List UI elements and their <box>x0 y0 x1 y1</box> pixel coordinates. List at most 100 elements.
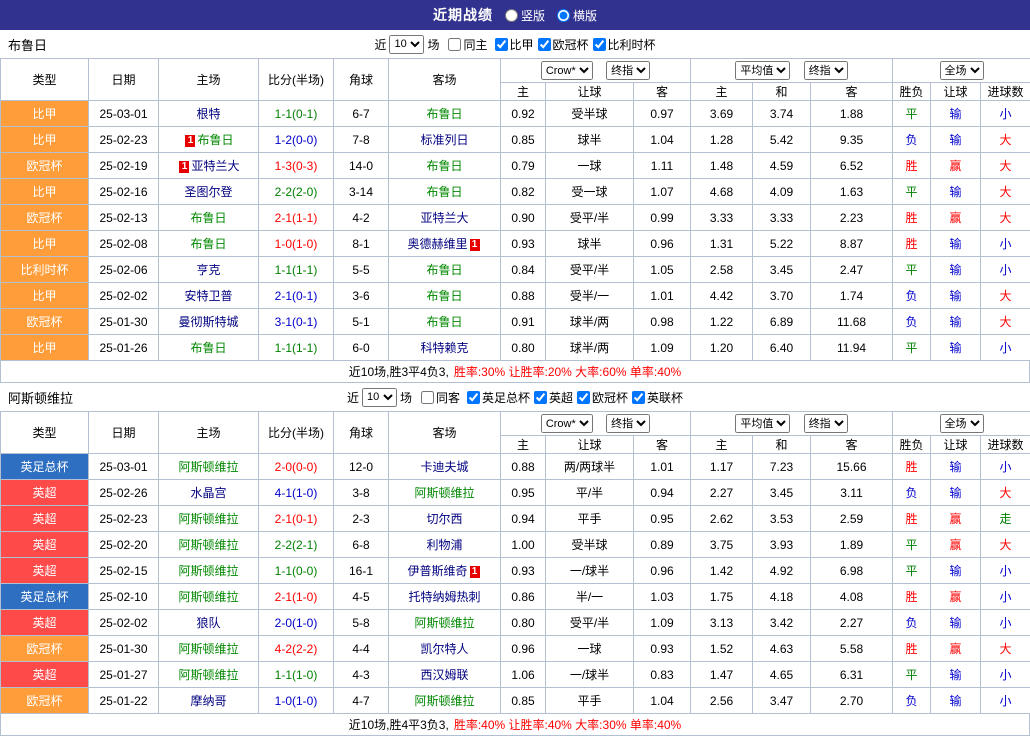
focus-team-name: 布鲁日 <box>190 341 226 355</box>
same-venue-option[interactable]: 同主 <box>448 36 487 53</box>
euro-draw-odds: 4.92 <box>753 558 811 584</box>
recent-count-select[interactable]: 10 <box>389 35 424 54</box>
result-cell: 平 <box>893 558 931 584</box>
same-venue-option[interactable]: 同客 <box>421 389 460 406</box>
score-cell: 2-0(1-0) <box>259 610 334 636</box>
home-team-cell: 布鲁日 <box>159 205 259 231</box>
match-date: 25-02-08 <box>89 231 159 257</box>
league-checkbox[interactable] <box>593 38 606 51</box>
asia-final-odds-select[interactable]: 终指 <box>606 414 650 433</box>
goals-result-cell: 大 <box>981 636 1030 662</box>
match-row: 欧冠杯 25-02-13 布鲁日 2-1(1-1) 4-2 亚特兰大 0.90 … <box>1 205 1030 231</box>
euro-home-odds: 2.58 <box>691 257 753 283</box>
focus-team-name: 布鲁日 <box>426 107 462 121</box>
euro-home-odds: 1.42 <box>691 558 753 584</box>
euro-away-odds: 1.74 <box>811 283 893 309</box>
asia-final-odds-select[interactable]: 终指 <box>606 61 650 80</box>
col-header-asia-home: 主 <box>501 436 546 454</box>
league-checkbox[interactable] <box>467 391 480 404</box>
handicap-result-cell: 赢 <box>931 205 981 231</box>
league-filter-option[interactable]: 英联杯 <box>632 389 683 406</box>
league-checkbox[interactable] <box>538 38 551 51</box>
corners-cell: 6-7 <box>334 101 389 127</box>
away-team-cell: 布鲁日 <box>389 309 501 335</box>
euro-final-odds-select[interactable]: 终指 <box>804 61 848 80</box>
league-filter-option[interactable]: 欧冠杯 <box>577 389 628 406</box>
near-label: 近 <box>347 389 359 406</box>
asia-home-odds: 0.91 <box>501 309 546 335</box>
goals-result-cell: 走 <box>981 506 1030 532</box>
result-cell: 胜 <box>893 454 931 480</box>
league-filter-option[interactable]: 英超 <box>534 389 573 406</box>
match-date: 25-03-01 <box>89 101 159 127</box>
horizontal-layout-option[interactable]: 横版 <box>557 7 597 24</box>
home-team-cell: 1亚特兰大 <box>159 153 259 179</box>
col-header-goals: 进球数 <box>981 436 1030 454</box>
goals-result-cell: 大 <box>981 205 1030 231</box>
result-cell: 平 <box>893 101 931 127</box>
league-filter-option[interactable]: 比甲 <box>495 36 534 53</box>
match-date: 25-02-23 <box>89 127 159 153</box>
league-type-cell: 比甲 <box>1 335 89 361</box>
euro-home-odds: 1.52 <box>691 636 753 662</box>
team-name: 布鲁日 <box>8 35 47 54</box>
league-filter-option[interactable]: 比利时杯 <box>593 36 656 53</box>
result-cell: 负 <box>893 283 931 309</box>
euro-away-odds: 2.47 <box>811 257 893 283</box>
handicap-result-cell: 输 <box>931 257 981 283</box>
away-team-cell: 阿斯顿维拉 <box>389 480 501 506</box>
score-cell: 2-1(1-0) <box>259 584 334 610</box>
asia-away-odds: 1.11 <box>634 153 691 179</box>
focus-team-name: 布鲁日 <box>190 237 226 251</box>
vertical-layout-radio[interactable] <box>505 9 518 22</box>
summary-stats: 胜率:30% 让胜率:20% 大率:60% 单率:40% <box>454 363 681 380</box>
recent-count-select[interactable]: 10 <box>362 388 397 407</box>
league-filter-option[interactable]: 欧冠杯 <box>538 36 589 53</box>
home-team-cell: 布鲁日 <box>159 335 259 361</box>
euro-average-select[interactable]: 平均值 <box>735 61 790 80</box>
away-team-cell: 西汉姆联 <box>389 662 501 688</box>
league-checkbox[interactable] <box>534 391 547 404</box>
match-row: 欧冠杯 25-01-22 摩纳哥 1-0(1-0) 4-7 阿斯顿维拉 0.85… <box>1 688 1030 714</box>
same-venue-checkbox[interactable] <box>421 391 434 404</box>
odds-company-select[interactable]: Crow* <box>541 414 593 433</box>
euro-average-select[interactable]: 平均值 <box>735 414 790 433</box>
euro-draw-odds: 4.59 <box>753 153 811 179</box>
focus-team-name: 阿斯顿维拉 <box>178 512 238 526</box>
col-header-corners: 角球 <box>334 412 389 454</box>
vertical-layout-option[interactable]: 竖版 <box>505 7 545 24</box>
opponent-team-name: 标准列日 <box>420 133 468 147</box>
score-cell: 2-2(2-1) <box>259 532 334 558</box>
league-type-cell: 比甲 <box>1 101 89 127</box>
home-team-cell: 阿斯顿维拉 <box>159 584 259 610</box>
league-checkbox[interactable] <box>495 38 508 51</box>
league-filter-option[interactable]: 英足总杯 <box>467 389 530 406</box>
league-checkbox[interactable] <box>632 391 645 404</box>
match-scope-select[interactable]: 全场 <box>940 414 984 433</box>
league-filters: 英足总杯英超欧冠杯英联杯 <box>463 389 683 406</box>
focus-team-name: 布鲁日 <box>426 315 462 329</box>
handicap-result-cell: 输 <box>931 558 981 584</box>
euro-away-odds: 2.59 <box>811 506 893 532</box>
result-cell: 胜 <box>893 205 931 231</box>
league-label: 比甲 <box>510 36 534 53</box>
league-checkbox[interactable] <box>577 391 590 404</box>
home-team-cell: 阿斯顿维拉 <box>159 506 259 532</box>
corners-cell: 4-7 <box>334 688 389 714</box>
col-header-result: 胜负 <box>893 436 931 454</box>
col-header-euro-away: 客 <box>811 436 893 454</box>
same-venue-checkbox[interactable] <box>448 38 461 51</box>
league-type-cell: 英超 <box>1 506 89 532</box>
euro-draw-odds: 4.09 <box>753 179 811 205</box>
euro-final-odds-select[interactable]: 终指 <box>804 414 848 433</box>
corners-cell: 4-4 <box>334 636 389 662</box>
match-scope-select[interactable]: 全场 <box>940 61 984 80</box>
handicap-result-cell: 输 <box>931 127 981 153</box>
horizontal-layout-radio[interactable] <box>557 9 570 22</box>
corners-cell: 8-1 <box>334 231 389 257</box>
match-row: 欧冠杯 25-01-30 曼彻斯特城 3-1(0-1) 5-1 布鲁日 0.91… <box>1 309 1030 335</box>
euro-draw-odds: 3.74 <box>753 101 811 127</box>
euro-away-odds: 6.31 <box>811 662 893 688</box>
home-team-cell: 安特卫普 <box>159 283 259 309</box>
odds-company-select[interactable]: Crow* <box>541 61 593 80</box>
